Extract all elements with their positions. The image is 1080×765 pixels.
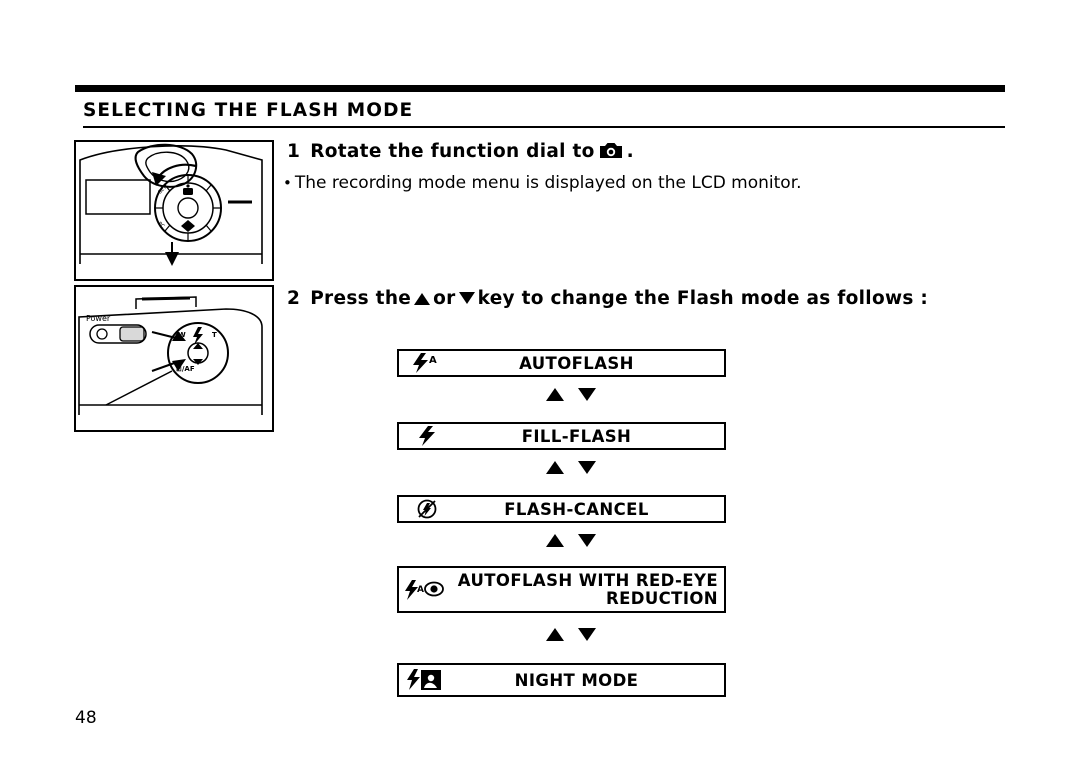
step-2-text-middle: or	[433, 288, 456, 309]
arrow-pair-3	[546, 534, 596, 547]
camera-icon	[599, 141, 623, 165]
triangle-up-icon	[546, 388, 564, 401]
svg-text:T: T	[212, 331, 217, 339]
triangle-up-icon	[546, 461, 564, 474]
mode-label-night-mode: NIGHT MODE	[514, 670, 639, 690]
mode-box-autoflash[interactable]: A AUTOFLASH	[397, 349, 726, 377]
arrow-pair-2	[546, 461, 596, 474]
step-2-heading: 2 Press the or key to change the Flash mode…	[287, 288, 928, 309]
step-1-text-after: .	[626, 141, 634, 162]
step-1-number: 1	[287, 141, 301, 162]
triangle-up-icon	[546, 534, 564, 547]
title-underline	[83, 126, 1005, 128]
camera-top-function-dial-illustration: SET PC	[74, 140, 274, 281]
flash-auto-icon: A	[399, 352, 455, 374]
flash-cancel-icon	[399, 497, 455, 521]
mode-label-line1: AUTOFLASH WITH RED-EYE	[457, 570, 718, 590]
mode-label-fill-flash: FILL-FLASH	[521, 426, 632, 446]
step-2-text-before: Press the	[310, 288, 412, 309]
bullet-dot: •	[283, 174, 292, 192]
flash-night-icon	[399, 667, 455, 693]
triangle-up-icon	[546, 628, 564, 641]
step-1-text: Rotate the function dial to	[310, 141, 595, 162]
page-title: SELECTING THE FLASH MODE	[83, 100, 414, 121]
mode-label-flash-cancel: FLASH-CANCEL	[504, 499, 649, 519]
camera-rear-arrow-keys-illustration: Power W T ⊞/AF	[74, 285, 274, 432]
svg-text:Power: Power	[86, 314, 111, 323]
triangle-down-icon	[458, 292, 475, 304]
mode-box-flash-cancel[interactable]: FLASH-CANCEL	[397, 495, 726, 523]
triangle-down-icon	[578, 628, 596, 641]
mode-box-fill-flash[interactable]: FILL-FLASH	[397, 422, 726, 450]
mode-label-line2: REDUCTION	[605, 588, 718, 608]
arrow-pair-4	[546, 628, 596, 641]
step-1-bullet: • The recording mode menu is displayed on…	[283, 173, 802, 193]
mode-box-autoflash-red-eye[interactable]: A AUTOFLASH WITH RED-EYE REDUCTION	[397, 566, 726, 613]
step-1-heading: 1 Rotate the function dial to .	[287, 141, 634, 165]
step-2-text-after: key to change the Flash mode as follows …	[477, 288, 929, 309]
page-number: 48	[75, 708, 97, 728]
triangle-down-icon	[578, 388, 596, 401]
step-1-bullet-text: The recording mode menu is displayed on …	[294, 173, 802, 193]
mode-label-autoflash-red-eye: AUTOFLASH WITH RED-EYE REDUCTION	[455, 570, 724, 608]
page: SELECTING THE FLASH MODE SET PC Power W …	[0, 0, 1080, 765]
triangle-up-icon	[414, 293, 431, 305]
triangle-down-icon	[578, 534, 596, 547]
triangle-down-icon	[578, 461, 596, 474]
step-2-number: 2	[287, 288, 301, 309]
arrow-pair-1	[546, 388, 596, 401]
flash-icon	[399, 425, 455, 447]
flash-auto-redeye-icon: A	[399, 578, 455, 602]
svg-text:A: A	[429, 355, 437, 366]
svg-text:A: A	[417, 585, 424, 595]
mode-box-night-mode[interactable]: NIGHT MODE	[397, 663, 726, 697]
mode-label-autoflash: AUTOFLASH	[519, 353, 634, 373]
header-rule	[75, 85, 1005, 92]
